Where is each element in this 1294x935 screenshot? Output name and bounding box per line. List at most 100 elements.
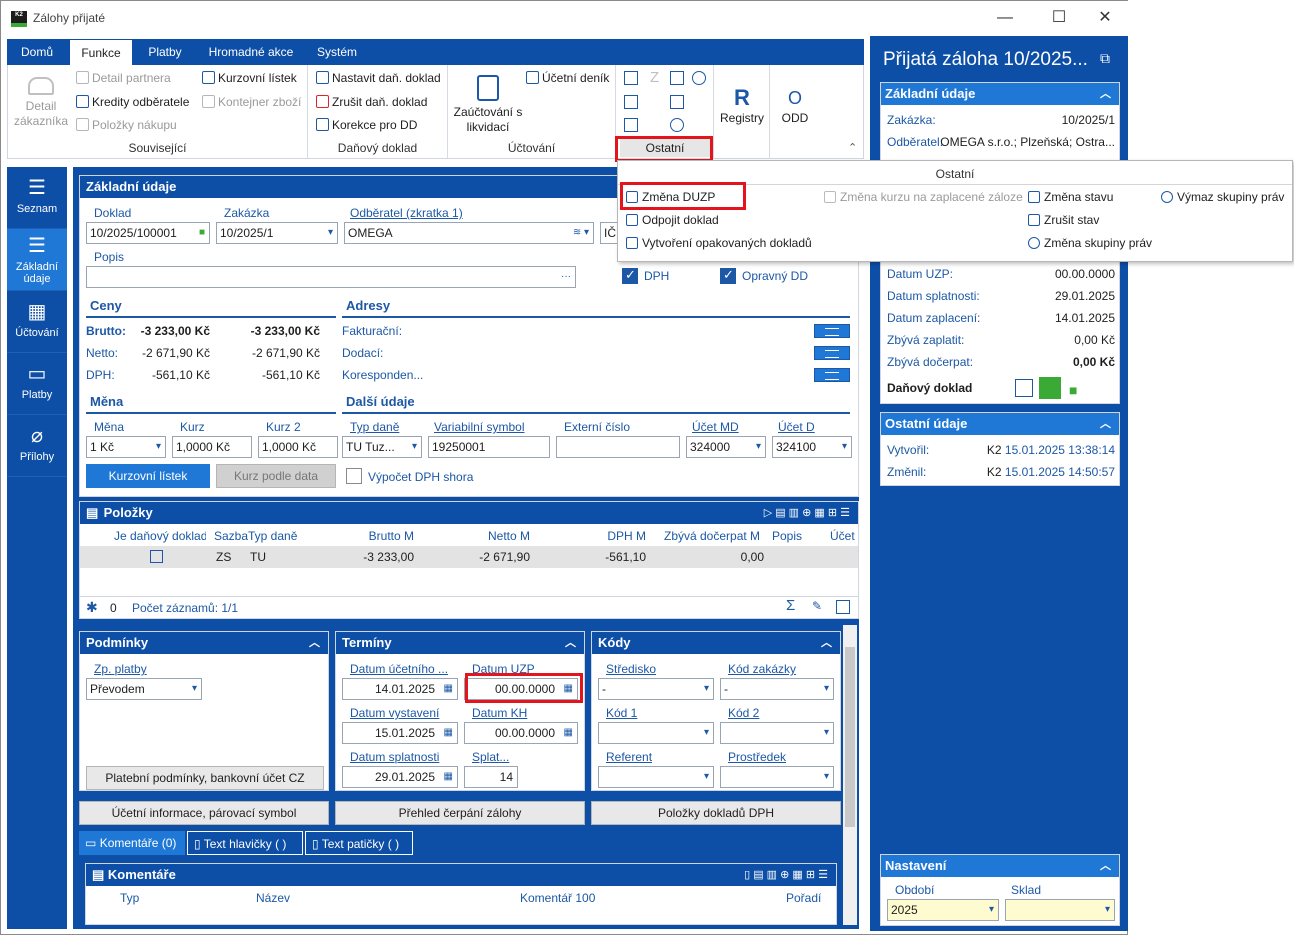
kurz-podle-data-btn[interactable]: Kurz podle data [216, 464, 336, 488]
datum-ucetniho-field[interactable]: 14.01.2025 ▦ [342, 678, 458, 700]
datum-splatnosti-field[interactable]: 29.01.2025 ▦ [342, 766, 458, 788]
ext-field[interactable] [556, 436, 680, 458]
vertical-scrollbar[interactable] [843, 625, 857, 925]
datum-kh-field[interactable]: 00.00.0000 ▦ [464, 722, 578, 744]
tab-hromadne-akce[interactable]: Hromadné akce [197, 39, 305, 65]
table-row[interactable]: ZS TU -3 233,00 -2 671,90 -561,10 0,00 [80, 546, 858, 568]
kod1-field[interactable]: ▾ [598, 722, 714, 744]
scrollbar-thumb[interactable] [845, 647, 855, 827]
nav-zakladni-udaje[interactable]: ☰ Základní údaje [7, 229, 67, 291]
sklad-field[interactable]: ▾ [1005, 899, 1115, 921]
kurz-field[interactable]: 1,0000 Kč [172, 436, 252, 458]
nav-uctovani[interactable]: ▦ Účtování [7, 291, 67, 353]
tab-funkce[interactable]: Funkce [69, 39, 133, 65]
col-brutto[interactable]: Brutto M [308, 526, 414, 546]
mena-field[interactable]: 1 Kč ▾ [86, 436, 166, 458]
nav-prilohy[interactable]: ⌀ Přílohy [7, 415, 67, 477]
col-dph[interactable]: DPH M [540, 526, 646, 546]
adresa-koresp-button[interactable] [814, 368, 850, 382]
zrusit-dan-button[interactable]: Zrušit daň. doklad [316, 95, 427, 109]
col-popis[interactable]: Popis [772, 526, 822, 546]
detail-zakaznika-button[interactable]: Detail zákazníka [12, 77, 70, 129]
tab-text-hlavicky[interactable]: ▯ Text hlavičky ( ) [187, 831, 303, 855]
col-komentar[interactable]: Komentář 100 [520, 888, 595, 908]
ucetni-informace-button[interactable]: Účetní informace, párovací symbol [79, 801, 329, 825]
filter-icon[interactable]: ✱ [86, 599, 98, 616]
menu-zrusit-stav[interactable]: Zrušit stav [1028, 213, 1099, 227]
collapse-icon[interactable]: ︿ [1100, 855, 1111, 877]
obdobi-field[interactable]: 2025 ▾ [887, 899, 999, 921]
calendar-icon[interactable] [624, 71, 638, 85]
datum-vystaveni-field[interactable]: 15.01.2025 ▦ [342, 722, 458, 744]
vs-field[interactable]: 19250001 [428, 436, 550, 458]
tab-system[interactable]: Systém [307, 39, 367, 65]
kredity-button[interactable]: Kredity odběratele [76, 95, 189, 109]
edit-icon[interactable]: ✎ [812, 599, 822, 613]
calendar-icon[interactable]: ▦ [444, 767, 453, 787]
dph-checkbox[interactable] [622, 267, 638, 284]
polozky-toolbar-icons[interactable]: ▷ ▤ ▥ ⊕ ▦ ⊞ ☰ [764, 502, 850, 524]
zp-field[interactable]: Převodem ▾ [86, 678, 202, 700]
tab-domu[interactable]: Domů [7, 39, 67, 65]
doc-arrow-icon[interactable] [670, 71, 684, 85]
col-je-danovy[interactable]: Je daňový doklad [114, 526, 206, 546]
vypocet-checkbox[interactable] [346, 468, 362, 484]
zakazka-field[interactable]: 10/2025/1 ▾ [216, 222, 338, 244]
collapse-icon[interactable]: ︿ [1100, 413, 1111, 435]
doc-repeat-icon[interactable] [624, 118, 638, 132]
nav-seznam[interactable]: ☰ Seznam [7, 167, 67, 229]
nastavit-dan-button[interactable]: Nastavit daň. doklad [316, 71, 441, 85]
collapse-icon[interactable]: ︿ [1100, 83, 1111, 105]
col-typ-dane[interactable]: Typ daně [248, 526, 308, 546]
polozky-nakupu-button[interactable]: Položky nákupu [76, 118, 177, 132]
kurzovni-listek-button[interactable]: Kurzovní lístek [202, 71, 297, 85]
ribbon-collapse-icon[interactable]: ⌃ [848, 141, 857, 154]
z-icon[interactable]: Z [650, 69, 659, 86]
ucet-md-field[interactable]: 324000 ▾ [686, 436, 766, 458]
collapse-icon[interactable]: ︿ [565, 632, 576, 654]
rp-vytvoril-date[interactable]: 15.01.2025 13:38:14 [1005, 443, 1115, 457]
odberatel-field[interactable]: OMEGA ≋ ▾ [344, 222, 594, 244]
popis-more-button[interactable]: ··· [561, 267, 571, 287]
menu-zmena-stavu[interactable]: Změna stavu [1028, 190, 1113, 204]
registry-button[interactable]: R Registry [716, 85, 768, 126]
calendar-icon[interactable]: ▦ [444, 679, 453, 699]
calendar-icon[interactable]: ▦ [564, 723, 573, 743]
doc-unlink-icon[interactable] [624, 95, 638, 109]
col-ucet[interactable]: Účet [830, 526, 856, 546]
col-nazev[interactable]: Název [256, 888, 290, 908]
tab-komentare[interactable]: ▭ Komentáře (0) [79, 831, 185, 855]
popis-field[interactable]: ··· [86, 266, 576, 288]
odd-button[interactable]: O ODD [772, 85, 818, 126]
calendar-icon[interactable]: ▦ [444, 723, 453, 743]
minimize-button[interactable]: — [987, 7, 1023, 31]
ucet-d-field[interactable]: 324100 ▾ [772, 436, 852, 458]
prehled-cerpani-button[interactable]: Přehled čerpání zálohy [335, 801, 585, 825]
menu-odpojit[interactable]: Odpojit doklad [626, 213, 719, 227]
col-poradi[interactable]: Pořadí [786, 888, 821, 908]
referent-field[interactable]: ▾ [598, 766, 714, 788]
adresa-dodaci-button[interactable] [814, 346, 850, 360]
col-zbyva[interactable]: Zbývá dočerpat M [664, 526, 764, 546]
kod-zakazky-field[interactable]: - ▾ [720, 678, 834, 700]
col-typ[interactable]: Typ [120, 888, 139, 908]
splatnost-dny-field[interactable]: 14 [464, 766, 518, 788]
ucetni-denik-button[interactable]: Účetní deník [526, 71, 609, 85]
tab-platby[interactable]: Platby [135, 39, 195, 65]
doklad-field[interactable]: 10/2025/100001 ■ [86, 222, 210, 244]
menu-vytvoreni[interactable]: Vytvoření opakovaných dokladů [626, 236, 812, 250]
rp-zmenil-date[interactable]: 15.01.2025 14:50:57 [1005, 465, 1115, 479]
kurzovni-listek-btn[interactable]: Kurzovní lístek [86, 464, 210, 488]
sum-icon[interactable]: Σ [786, 597, 795, 614]
col-sazba[interactable]: Sazba [214, 526, 248, 546]
col-netto[interactable]: Netto M [424, 526, 530, 546]
state-icon[interactable] [692, 71, 706, 85]
new-record-icon[interactable] [836, 600, 850, 614]
typ-dane-field[interactable]: TU Tuz... ▾ [342, 436, 422, 458]
kod2-field[interactable]: ▾ [720, 722, 834, 744]
korekce-button[interactable]: Korekce pro DD [316, 118, 417, 132]
kontejner-zbozi-button[interactable]: Kontejner zboží [202, 95, 301, 109]
collapse-icon[interactable]: ︿ [309, 632, 320, 654]
close-button[interactable]: ✕ [1087, 7, 1123, 31]
zauctovani-button[interactable]: Zaúčtování s likvidací [452, 75, 524, 135]
